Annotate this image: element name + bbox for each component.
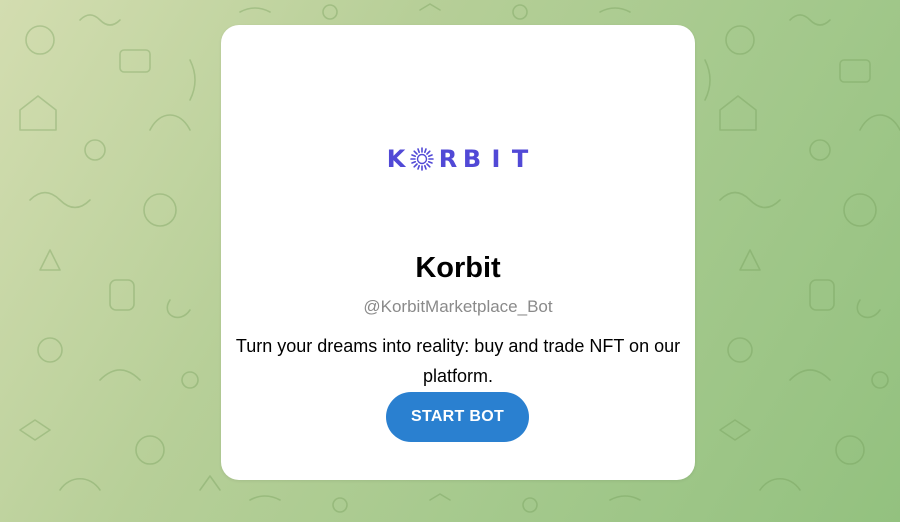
logo-letter-t: T [511, 145, 529, 173]
logo-letter-b: B [462, 145, 482, 173]
start-bot-button[interactable]: START BOT [386, 392, 529, 442]
korbit-o-ring-icon [410, 147, 434, 171]
bot-description: Turn your dreams into reality: buy and t… [235, 336, 681, 386]
logo-letter-k: K [386, 145, 406, 173]
bot-title: Korbit [415, 252, 501, 284]
logo-letter-i: I [491, 145, 501, 173]
logo-letter-r: R [438, 145, 458, 173]
bot-info-card: K R B I T Korbit @KorbitMarketplace_Bot … [221, 25, 695, 480]
bot-username: @KorbitMarketplace_Bot [363, 297, 553, 316]
korbit-logo: K R B I T [221, 145, 695, 173]
